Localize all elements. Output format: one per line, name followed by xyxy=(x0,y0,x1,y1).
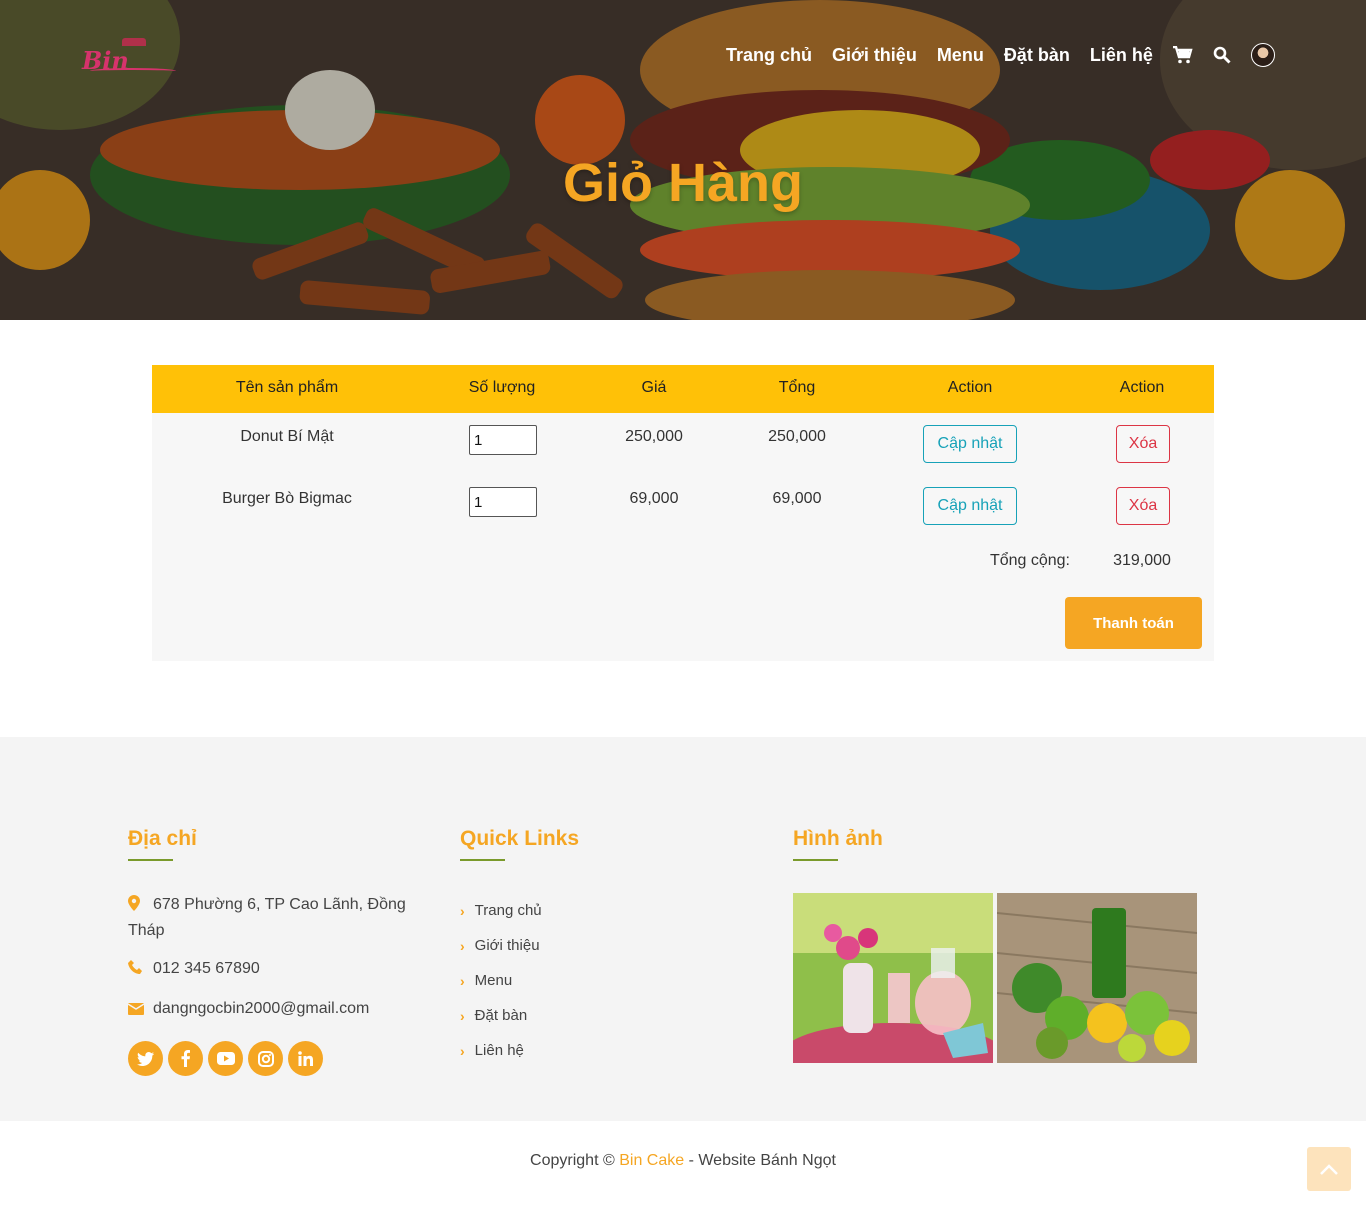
grand-total-value: 319,000 xyxy=(1113,552,1171,569)
hero-banner: Bin Trang chủ Giới thiệu Menu Đặt bàn Li… xyxy=(0,0,1366,320)
delete-button[interactable]: Xóa xyxy=(1116,425,1170,463)
title-underline xyxy=(460,859,505,861)
map-marker-icon xyxy=(128,895,144,919)
nav-home[interactable]: Trang chủ xyxy=(726,45,812,66)
product-total: 250,000 xyxy=(768,428,826,445)
address-title: Địa chỉ xyxy=(128,827,197,850)
logo-crown xyxy=(122,38,146,46)
chevron-right-icon: › xyxy=(460,1042,465,1059)
cart-table-header: Tên sản phẩm Số lượng Giá Tổng Action Ac… xyxy=(152,365,1214,413)
cart-table: Tên sản phẩm Số lượng Giá Tổng Action Ac… xyxy=(152,365,1214,661)
address-text: 678 Phường 6, TP Cao Lãnh, Đồng Tháp xyxy=(128,896,406,939)
chevron-right-icon: › xyxy=(460,902,465,919)
page-title: Giỏ Hàng xyxy=(563,153,803,213)
phone-text: 012 345 67890 xyxy=(153,960,260,977)
site-logo[interactable]: Bin xyxy=(80,38,176,78)
quick-link-about[interactable]: › Giới thiệu xyxy=(460,928,542,963)
product-name: Donut Bí Mật xyxy=(240,428,334,445)
update-button[interactable]: Cập nhật xyxy=(923,487,1017,525)
phone-icon xyxy=(128,959,144,983)
quick-link-label: Đặt bàn xyxy=(474,1007,528,1024)
quick-link-label: Menu xyxy=(474,972,513,989)
instagram-icon[interactable] xyxy=(248,1041,283,1076)
copyright-prefix: Copyright © xyxy=(530,1152,615,1169)
copyright-brand-link[interactable]: Bin Cake xyxy=(619,1152,684,1169)
gallery-image-greens[interactable] xyxy=(997,893,1197,1063)
chevron-right-icon: › xyxy=(460,1007,465,1024)
facebook-icon[interactable] xyxy=(168,1041,203,1076)
nav-menu[interactable]: Menu xyxy=(937,45,984,66)
nav-booking[interactable]: Đặt bàn xyxy=(1004,45,1070,66)
chevron-right-icon: › xyxy=(460,972,465,989)
product-total: 69,000 xyxy=(772,490,822,507)
linkedin-icon[interactable] xyxy=(288,1041,323,1076)
col-quantity: Số lượng xyxy=(468,379,536,396)
title-underline xyxy=(793,859,838,861)
col-action-delete: Action xyxy=(1119,379,1165,396)
email-text: dangngocbin2000@gmail.com xyxy=(153,1000,370,1017)
col-action-update: Action xyxy=(947,379,993,396)
copyright: Copyright © Bin Cake - Website Bánh Ngọt xyxy=(0,1152,1366,1170)
grand-total-label: Tổng cộng: xyxy=(989,552,1070,569)
quick-link-menu[interactable]: › Menu xyxy=(460,963,542,998)
phone-line: 012 345 67890 xyxy=(128,957,260,983)
quick-link-label: Liên hệ xyxy=(474,1042,524,1059)
quick-link-label: Trang chủ xyxy=(474,902,542,919)
checkout-button[interactable]: Thanh toán xyxy=(1065,597,1202,649)
col-total: Tổng xyxy=(778,379,816,396)
youtube-icon[interactable] xyxy=(208,1041,243,1076)
logo-swash xyxy=(90,68,176,74)
quantity-input[interactable] xyxy=(469,425,537,455)
email-line: dangngocbin2000@gmail.com xyxy=(127,997,370,1023)
product-name: Burger Bò Bigmac xyxy=(222,490,352,507)
search-icon[interactable] xyxy=(1213,46,1231,64)
quick-links-title: Quick Links xyxy=(460,827,580,850)
quick-link-contact[interactable]: › Liên hệ xyxy=(460,1033,542,1068)
avatar[interactable] xyxy=(1250,43,1275,67)
main-nav: Trang chủ Giới thiệu Menu Đặt bàn Liên h… xyxy=(726,43,1275,67)
chevron-right-icon: › xyxy=(460,937,465,954)
envelope-icon xyxy=(127,999,145,1023)
nav-about[interactable]: Giới thiệu xyxy=(832,45,917,66)
quick-link-label: Giới thiệu xyxy=(474,937,540,954)
nav-contact[interactable]: Liên hệ xyxy=(1090,45,1153,66)
quick-links-list: › Trang chủ › Giới thiệu › Menu › Đặt bàn › L… xyxy=(460,893,542,1068)
delete-button[interactable]: Xóa xyxy=(1116,487,1170,525)
product-price: 250,000 xyxy=(625,428,683,445)
title-underline xyxy=(128,859,173,861)
gallery-image-drinks[interactable] xyxy=(793,893,993,1063)
col-product-name: Tên sản phẩm xyxy=(235,379,339,396)
quantity-input[interactable] xyxy=(469,487,537,517)
quick-link-home[interactable]: › Trang chủ xyxy=(460,893,542,928)
product-price: 69,000 xyxy=(629,490,679,507)
col-price: Giá xyxy=(641,379,667,396)
chevron-up-icon xyxy=(1320,1160,1338,1179)
gallery-title: Hình ảnh xyxy=(793,827,883,850)
cart-icon[interactable] xyxy=(1172,46,1193,64)
address-line: 678 Phường 6, TP Cao Lãnh, Đồng Tháp xyxy=(128,893,418,943)
back-to-top-button[interactable] xyxy=(1307,1147,1351,1191)
footer: Địa chỉ 678 Phường 6, TP Cao Lãnh, Đồng … xyxy=(0,737,1366,1121)
twitter-icon[interactable] xyxy=(128,1041,163,1076)
quick-link-booking[interactable]: › Đặt bàn xyxy=(460,998,542,1033)
social-links xyxy=(128,1041,328,1076)
copyright-suffix: - Website Bánh Ngọt xyxy=(688,1152,836,1169)
update-button[interactable]: Cập nhật xyxy=(923,425,1017,463)
